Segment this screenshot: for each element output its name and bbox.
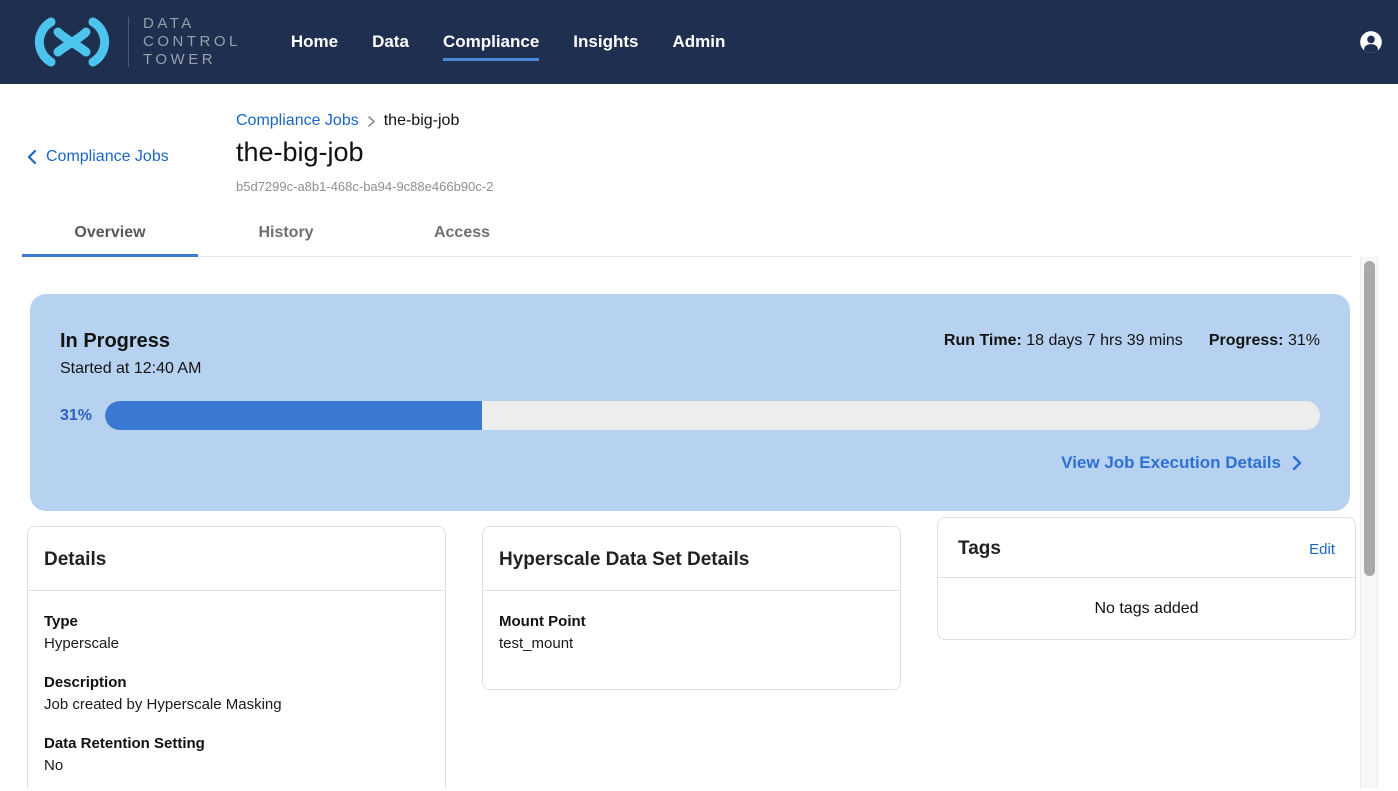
nav-item-admin[interactable]: Admin	[672, 24, 725, 61]
dataset-card-title: Hyperscale Data Set Details	[499, 549, 884, 571]
field-type: Type Hyperscale	[44, 613, 429, 652]
breadcrumb-current: the-big-job	[384, 112, 460, 130]
field-value: test_mount	[499, 635, 884, 652]
field-mount-point: Mount Point test_mount	[499, 613, 884, 652]
field-data-retention: Data Retention Setting No	[44, 735, 429, 774]
status-title: In Progress	[60, 330, 201, 353]
edit-tags-link[interactable]: Edit	[1309, 541, 1335, 558]
tags-card-title: Tags	[958, 538, 1001, 560]
back-link[interactable]: Compliance Jobs	[27, 148, 169, 166]
tab-access[interactable]: Access	[374, 210, 550, 257]
no-tags-text: No tags added	[1094, 600, 1198, 618]
tags-card: Tags Edit No tags added	[937, 517, 1356, 640]
brand-line: DATA	[143, 15, 241, 33]
hyperscale-dataset-card: Hyperscale Data Set Details Mount Point …	[482, 526, 901, 690]
tab-overview[interactable]: Overview	[22, 210, 198, 257]
progress-label: Progress:	[1209, 332, 1284, 349]
breadcrumb-separator-icon	[368, 116, 375, 127]
brand-line: CONTROL	[143, 33, 241, 51]
run-time-value: 18 days 7 hrs 39 mins	[1026, 332, 1183, 349]
progress-percent-label: 31%	[60, 407, 105, 425]
tags-card-header: Tags Edit	[938, 518, 1355, 578]
nav-item-compliance[interactable]: Compliance	[443, 24, 539, 61]
field-label: Type	[44, 613, 429, 630]
dataset-card-header: Hyperscale Data Set Details	[483, 527, 900, 591]
main-nav: Home Data Compliance Insights Admin	[291, 24, 726, 61]
field-description: Description Job created by Hyperscale Ma…	[44, 674, 429, 713]
overview-panel: In Progress Started at 12:40 AM Run Time…	[0, 257, 1398, 788]
tags-card-body: No tags added	[938, 578, 1355, 639]
exec-link-label: View Job Execution Details	[1061, 453, 1281, 473]
field-value: Hyperscale	[44, 635, 429, 652]
progress-metric: Progress: 31%	[1209, 332, 1320, 378]
status-started: Started at 12:40 AM	[60, 360, 201, 378]
run-time-label: Run Time:	[944, 332, 1022, 349]
view-job-execution-details-link[interactable]: View Job Execution Details	[1061, 453, 1302, 473]
chevron-left-icon	[27, 150, 36, 164]
brand-divider	[128, 17, 129, 67]
tab-bar: Overview History Access	[22, 210, 1352, 257]
back-link-label: Compliance Jobs	[46, 148, 169, 166]
breadcrumb: Compliance Jobs the-big-job	[236, 112, 1398, 130]
details-card-title: Details	[44, 549, 429, 571]
progress-row: 31%	[60, 401, 1320, 430]
page-header: Compliance Jobs Compliance Jobs the-big-…	[0, 84, 1398, 196]
tab-history[interactable]: History	[198, 210, 374, 257]
details-card-body: Type Hyperscale Description Job created …	[28, 591, 445, 788]
vertical-scrollbar[interactable]	[1360, 257, 1378, 788]
details-card: Details Type Hyperscale Description Job …	[27, 526, 446, 788]
nav-item-insights[interactable]: Insights	[573, 24, 638, 61]
brand-line: TOWER	[143, 51, 241, 69]
field-label: Data Retention Setting	[44, 735, 429, 752]
dct-logo-icon	[28, 14, 116, 70]
run-time: Run Time: 18 days 7 hrs 39 mins	[944, 332, 1183, 378]
status-top-row: In Progress Started at 12:40 AM Run Time…	[60, 330, 1320, 378]
nav-item-data[interactable]: Data	[372, 24, 409, 61]
exec-link-row: View Job Execution Details	[60, 453, 1320, 473]
progress-value: 31%	[1288, 332, 1320, 349]
chevron-right-icon	[1293, 456, 1302, 470]
field-value: Job created by Hyperscale Masking	[44, 696, 429, 713]
field-label: Description	[44, 674, 429, 691]
page-title: the-big-job	[236, 136, 1398, 168]
field-label: Mount Point	[499, 613, 884, 630]
breadcrumb-parent-link[interactable]: Compliance Jobs	[236, 112, 359, 130]
top-nav: DATA CONTROL TOWER Home Data Compliance …	[0, 0, 1398, 84]
dataset-card-body: Mount Point test_mount	[483, 591, 900, 676]
nav-item-home[interactable]: Home	[291, 24, 338, 61]
header-main: Compliance Jobs the-big-job the-big-job …	[236, 84, 1398, 194]
status-text-block: In Progress Started at 12:40 AM	[60, 330, 201, 378]
field-value: No	[44, 757, 429, 774]
progress-bar-fill	[105, 401, 482, 430]
user-avatar-icon[interactable]	[1358, 29, 1384, 55]
progress-bar-track	[105, 401, 1320, 430]
brand-wordmark: DATA CONTROL TOWER	[143, 15, 241, 69]
info-cards-row: Details Type Hyperscale Description Job …	[27, 526, 1398, 788]
status-metrics: Run Time: 18 days 7 hrs 39 mins Progress…	[944, 332, 1320, 378]
brand: DATA CONTROL TOWER	[28, 14, 241, 70]
scrollbar-thumb[interactable]	[1364, 261, 1375, 576]
job-id: b5d7299c-a8b1-468c-ba94-9c88e466b90c-2	[236, 179, 1398, 194]
details-card-header: Details	[28, 527, 445, 591]
job-status-card: In Progress Started at 12:40 AM Run Time…	[30, 294, 1350, 511]
